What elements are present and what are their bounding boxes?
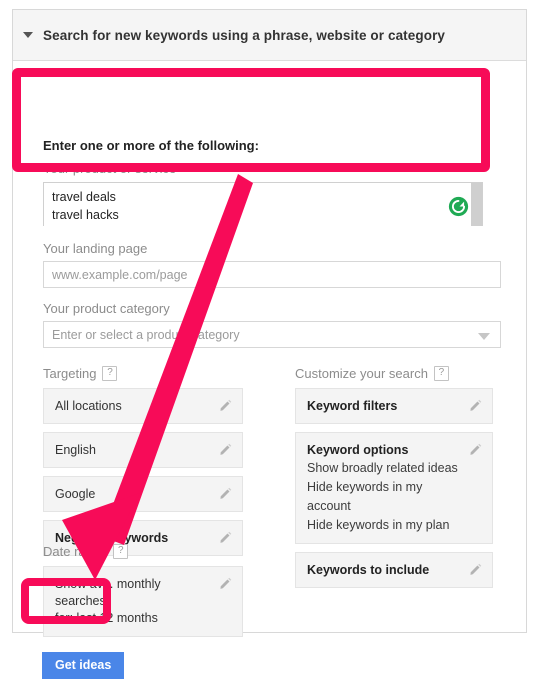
customize-card-title: Keywords to include bbox=[307, 563, 430, 577]
targeting-heading: Targeting ? bbox=[43, 366, 243, 381]
customize-card-keywords-to-include[interactable]: Keywords to include bbox=[295, 552, 493, 588]
targeting-item-network[interactable]: Google bbox=[43, 476, 243, 512]
date-range-section: Date range ? Show avg. monthly searches … bbox=[43, 544, 243, 637]
get-ideas-wrapper: Get ideas bbox=[42, 652, 125, 679]
keyword-line: travel deals bbox=[52, 190, 116, 204]
date-range-line: for: last 12 months bbox=[55, 611, 158, 625]
get-ideas-button[interactable]: Get ideas bbox=[42, 652, 125, 679]
pencil-icon[interactable] bbox=[219, 530, 233, 544]
customize-card-title: Keyword filters bbox=[307, 399, 398, 413]
customize-card-line: Show broadly related ideas bbox=[307, 461, 458, 475]
customize-column: Customize your search ? Keyword filters … bbox=[295, 366, 493, 596]
product-category-input[interactable] bbox=[43, 321, 501, 348]
customize-card-line: Hide keywords in my account bbox=[307, 480, 423, 513]
enter-keywords-heading: Enter one or more of the following: bbox=[43, 138, 259, 153]
keyword-planner-panel: Search for new keywords using a phrase, … bbox=[12, 9, 527, 679]
targeting-item-label: English bbox=[55, 443, 96, 457]
pencil-icon[interactable] bbox=[469, 562, 483, 576]
pencil-icon[interactable] bbox=[219, 398, 233, 412]
product-category-select-wrap bbox=[43, 321, 501, 348]
landing-page-input[interactable] bbox=[43, 261, 501, 288]
targeting-item-label: All locations bbox=[55, 399, 122, 413]
panel-header[interactable]: Search for new keywords using a phrase, … bbox=[13, 10, 526, 61]
page-title: Search for new keywords using a phrase, … bbox=[43, 27, 446, 43]
keywords-textarea[interactable]: travel deals travel hacks bbox=[43, 182, 483, 226]
pencil-icon[interactable] bbox=[469, 398, 483, 412]
targeting-title: Targeting bbox=[43, 366, 97, 381]
triangle-down-icon[interactable] bbox=[23, 32, 33, 38]
help-icon[interactable]: ? bbox=[433, 366, 449, 381]
customize-heading: Customize your search ? bbox=[295, 366, 493, 381]
customize-title: Customize your search bbox=[295, 366, 428, 381]
pencil-icon[interactable] bbox=[469, 442, 483, 456]
customize-card-title: Keyword options bbox=[307, 443, 409, 457]
date-range-line: Show avg. monthly searches bbox=[55, 577, 161, 608]
textarea-scrollbar[interactable] bbox=[471, 183, 482, 226]
date-range-heading: Date range ? bbox=[43, 544, 243, 559]
enter-keywords-section: Enter one or more of the following: Your… bbox=[34, 138, 494, 226]
url-and-category-section: Your landing page Your product category bbox=[43, 241, 503, 348]
targeting-item-language[interactable]: English bbox=[43, 432, 243, 468]
customize-card-line: Hide keywords in my plan bbox=[307, 518, 450, 532]
help-icon[interactable]: ? bbox=[102, 366, 118, 381]
customize-card-keyword-filters[interactable]: Keyword filters bbox=[295, 388, 493, 424]
keyword-line: travel hacks bbox=[52, 208, 119, 222]
date-range-card[interactable]: Show avg. monthly searches for: last 12 … bbox=[43, 566, 243, 637]
help-icon[interactable]: ? bbox=[113, 544, 129, 559]
product-or-service-label: Your product or service bbox=[43, 161, 177, 176]
pencil-icon[interactable] bbox=[219, 576, 233, 590]
pencil-icon[interactable] bbox=[219, 442, 233, 456]
targeting-item-label: Google bbox=[55, 487, 96, 501]
targeting-item-locations[interactable]: All locations bbox=[43, 388, 243, 424]
date-range-title: Date range bbox=[43, 544, 108, 559]
refresh-circle-icon[interactable] bbox=[448, 196, 469, 217]
customize-card-keyword-options[interactable]: Keyword options Show broadly related ide… bbox=[295, 432, 493, 544]
product-category-label: Your product category bbox=[43, 301, 170, 316]
pencil-icon[interactable] bbox=[219, 486, 233, 500]
landing-page-label: Your landing page bbox=[43, 241, 148, 256]
